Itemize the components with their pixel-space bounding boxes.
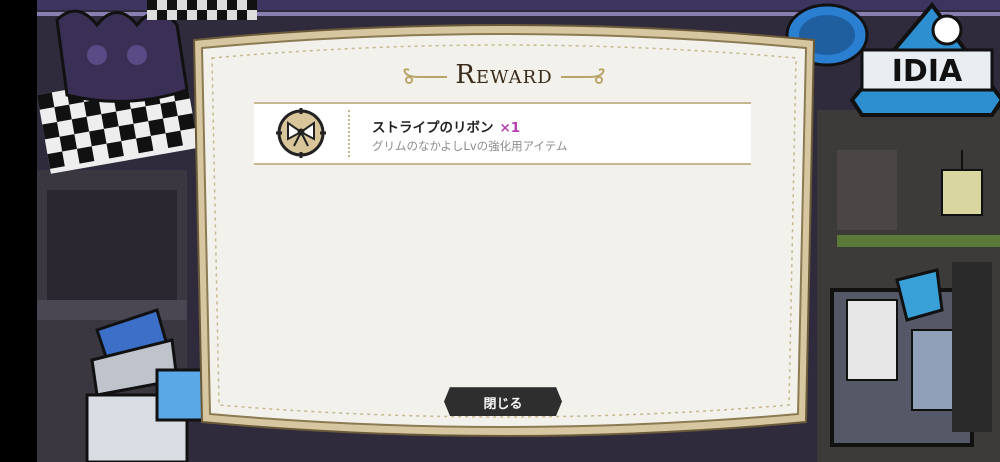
row-divider xyxy=(348,110,350,157)
ribbon-icon xyxy=(276,108,326,158)
left-black-bar xyxy=(0,0,37,462)
reward-item-name-text: ストライプのリボン xyxy=(372,120,494,136)
reward-dialog: Reward ストライプのリボン ×1 グリムのなかよしLvの強化用アイテム 閉じ… xyxy=(186,18,822,444)
reward-item-quantity: ×1 xyxy=(499,120,521,136)
left-flourish-icon xyxy=(403,68,448,84)
close-button[interactable]: 閉じる xyxy=(444,387,562,416)
right-flourish-icon xyxy=(560,68,605,84)
reward-item-name: ストライプのリボン ×1 xyxy=(372,116,520,136)
suitcase-decoration xyxy=(830,262,992,447)
reward-list-item: ストライプのリボン ×1 グリムのなかよしLvの強化用アイテム xyxy=(254,102,751,165)
dialog-title: Reward xyxy=(403,60,605,90)
reward-item-description: グリムのなかよしLvの強化用アイテム xyxy=(372,139,568,153)
idia-sign-text: IDIA xyxy=(892,54,963,89)
crown-decoration xyxy=(55,9,189,103)
dialog-title-text: Reward xyxy=(455,60,553,90)
